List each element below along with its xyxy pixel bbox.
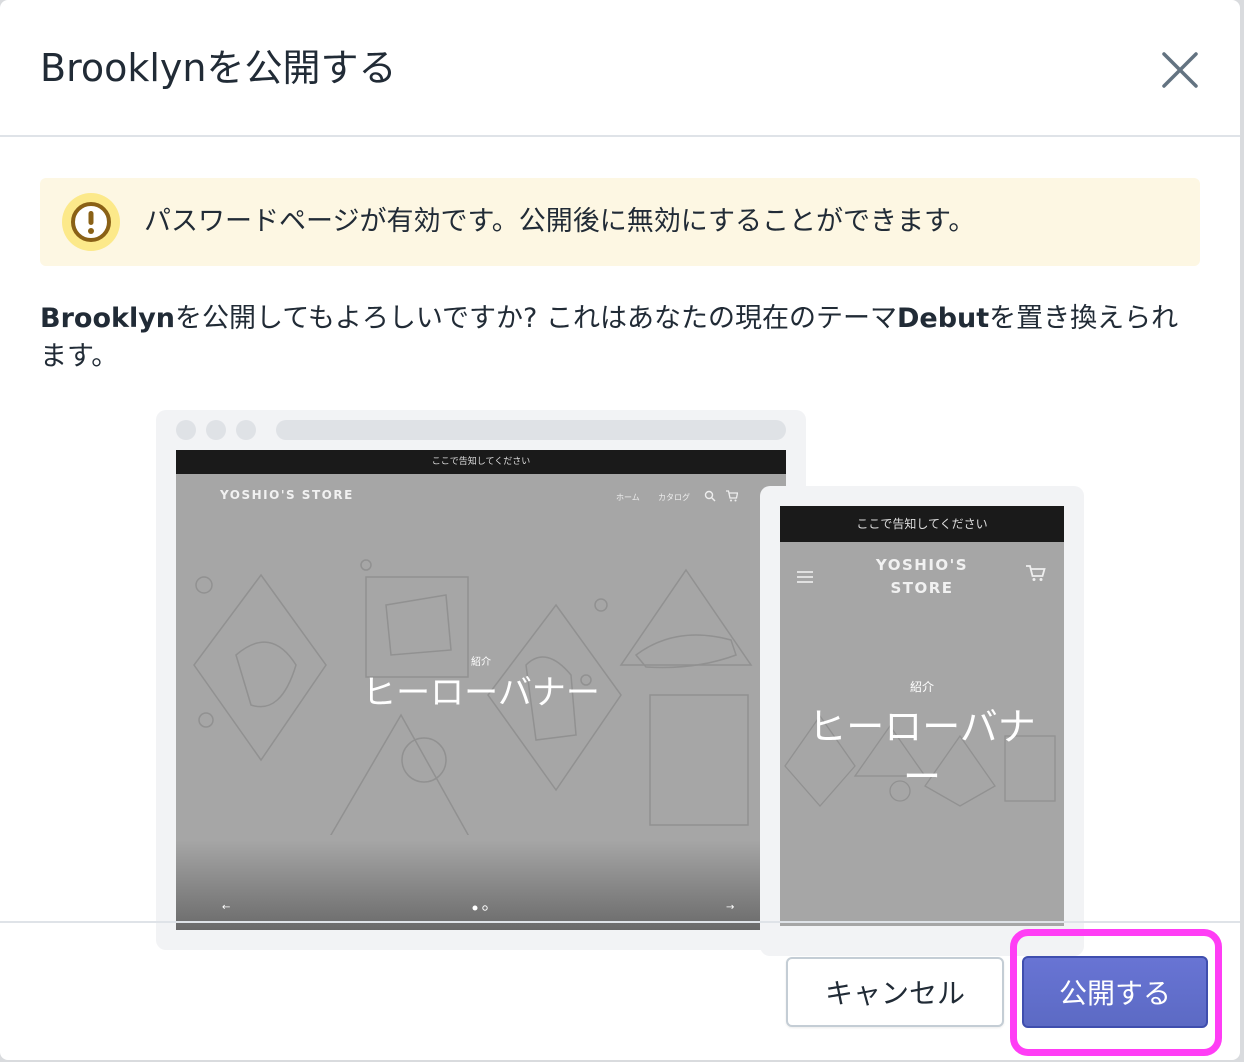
publish-button[interactable]: 公開する: [1022, 956, 1208, 1028]
desktop-hero-kicker: 紹介: [471, 657, 491, 668]
hero-gradient: [176, 840, 786, 930]
dialog-header: Brooklynを公開する: [0, 0, 1240, 137]
browser-url-bar: [276, 420, 786, 440]
desktop-nav-catalog: カタログ: [658, 493, 690, 502]
cart-icon: [1026, 565, 1046, 581]
mobile-store-name-line1: YOSHIO'S: [875, 556, 969, 574]
browser-dot: [176, 420, 196, 440]
mobile-hero-kicker: 紹介: [909, 680, 934, 694]
desktop-preview: ここで告知してください YOSHIO'S STORE ホーム カタログ 紹介 ヒ…: [176, 450, 786, 930]
mobile-announcement-bar: ここで告知してください: [780, 506, 1064, 542]
cancel-button[interactable]: キャンセル: [786, 957, 1004, 1027]
dialog-title: Brooklynを公開する: [40, 46, 397, 90]
footer-divider: [0, 921, 1240, 923]
slide-prev-arrow: ←: [222, 902, 231, 913]
publish-theme-dialog: Brooklynを公開する パスワードページが有効です。公開後に無効にすることが…: [0, 0, 1240, 1060]
warning-icon: [62, 193, 120, 251]
confirm-message: Brooklynを公開してもよろしいですか? これはあなたの現在のテーマDebu…: [40, 300, 1200, 376]
close-icon: [1162, 52, 1198, 88]
mobile-hero-title: ヒーローバナー: [808, 705, 1036, 799]
current-theme-name: Debut: [896, 303, 990, 334]
desktop-nav-home: ホーム: [616, 493, 640, 502]
mobile-store-name-line2: STORE: [890, 579, 954, 597]
slide-dots: [472, 905, 488, 911]
browser-dot: [206, 420, 226, 440]
browser-dot: [236, 420, 256, 440]
mobile-preview: ここで告知してください YOSHIO'S STORE 紹介 ヒーローバナー: [780, 506, 1064, 926]
close-button[interactable]: [1154, 44, 1206, 96]
banner-text: パスワードページが有効です。公開後に無効にすることができます。: [144, 206, 976, 237]
slide-next-arrow: →: [726, 902, 735, 913]
desktop-announcement-bar: ここで告知してください: [176, 450, 786, 474]
message-text-1: を公開してもよろしいですか? これはあなたの現在のテーマ: [175, 303, 897, 334]
new-theme-name: Brooklyn: [40, 303, 176, 334]
mobile-store-name: YOSHIO'S STORE: [840, 554, 1004, 600]
cart-icon: [726, 490, 738, 502]
search-icon: [704, 490, 716, 502]
desktop-hero-title: ヒーローバナー: [362, 673, 600, 713]
hamburger-menu-icon: [797, 571, 813, 583]
desktop-store-name: YOSHIO'S STORE: [220, 488, 354, 502]
password-warning-banner: パスワードページが有効です。公開後に無効にすることができます。: [40, 178, 1200, 266]
